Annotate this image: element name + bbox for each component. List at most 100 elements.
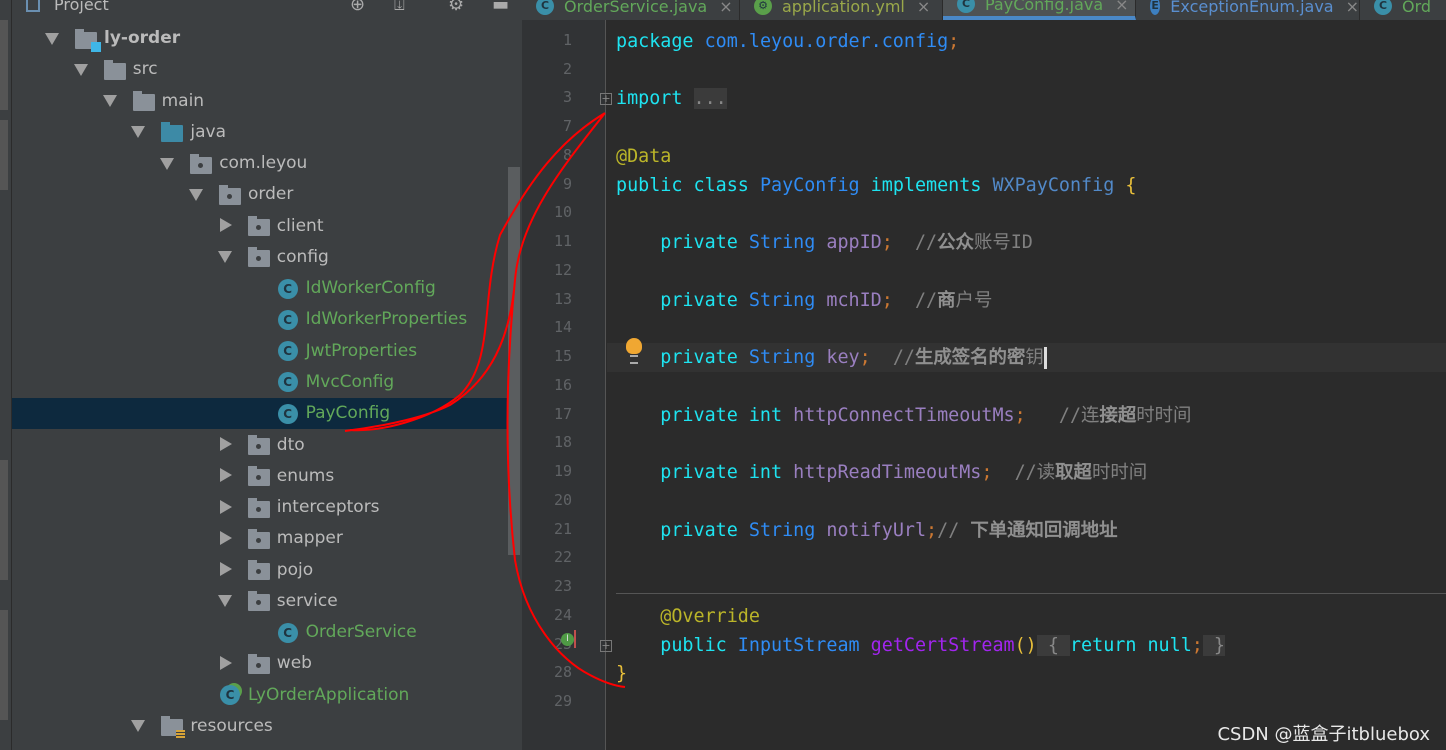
tree-item-label: MvcConfig xyxy=(305,371,395,392)
implements-icon[interactable]: I xyxy=(561,633,574,646)
tree-item[interactable]: C IdWorkerConfig xyxy=(12,273,508,304)
tree-item[interactable]: com.leyou xyxy=(12,148,508,179)
code-line[interactable] xyxy=(607,429,1446,458)
code-token[interactable]: } xyxy=(1202,634,1226,656)
tree-scrollbar[interactable] xyxy=(508,167,520,555)
left-tool-strip[interactable] xyxy=(0,0,12,750)
chevron-down-icon[interactable] xyxy=(160,157,175,170)
tree-item[interactable]: interceptors xyxy=(12,492,508,523)
code-line[interactable] xyxy=(607,199,1446,228)
code-token: private xyxy=(616,289,749,311)
editor-tab[interactable]: E ExceptionEnum.java × xyxy=(1136,0,1360,20)
collapse-icon[interactable]: ⍗ xyxy=(394,0,405,15)
code-line[interactable] xyxy=(607,573,1446,602)
editor-tab[interactable]: C PayConfig.java × xyxy=(943,0,1136,20)
code-line[interactable]: @Override xyxy=(607,602,1446,631)
code-line[interactable]: private int httpConnectTimeoutMs; //连接超时… xyxy=(607,401,1446,430)
tree-item[interactable]: dto xyxy=(12,429,508,460)
code-token: httpConnectTimeoutMs xyxy=(793,404,1015,426)
line-number: 1 xyxy=(562,31,572,49)
chevron-down-icon[interactable] xyxy=(131,126,146,139)
tree-item[interactable]: ly-order xyxy=(12,23,508,54)
tree-item[interactable]: C MvcConfig xyxy=(12,366,508,397)
close-tab-icon[interactable]: × xyxy=(1346,0,1359,16)
code-token: httpReadTimeoutMs xyxy=(793,462,982,484)
code-token: 接超 xyxy=(1099,404,1137,426)
code-line[interactable]: public InputStream getCertStream() { ret… xyxy=(607,631,1446,660)
chevron-right-icon[interactable] xyxy=(219,437,232,451)
chevron-right-icon[interactable] xyxy=(219,468,232,483)
close-tab-icon[interactable]: × xyxy=(917,0,930,16)
code-line[interactable]: public class PayConfig implements WXPayC… xyxy=(607,171,1446,200)
line-number: 16 xyxy=(553,375,572,394)
code-line[interactable] xyxy=(607,688,1446,717)
chevron-down-icon[interactable] xyxy=(45,32,59,45)
chevron-down-icon[interactable] xyxy=(217,251,232,264)
code-line[interactable]: @Data xyxy=(607,142,1446,171)
tree-item[interactable]: pojo xyxy=(12,554,508,585)
chevron-down-icon[interactable] xyxy=(102,95,117,108)
tree-item[interactable]: enums xyxy=(12,460,508,491)
code-line[interactable]: private String appID; //公众账号ID xyxy=(607,228,1446,257)
tree-item[interactable]: java xyxy=(12,116,508,147)
code-line[interactable] xyxy=(607,544,1446,573)
code-token: getCertStream xyxy=(870,634,1015,656)
editor-tab[interactable]: ⚙ application.yml × xyxy=(740,0,943,20)
tab-label: OrderService.java xyxy=(564,0,708,16)
chevron-right-icon[interactable] xyxy=(219,530,232,545)
code-line[interactable]: } xyxy=(607,659,1446,688)
gear-icon[interactable]: ⚙ xyxy=(448,0,464,15)
tree-item[interactable]: web xyxy=(12,648,508,679)
code-token: } xyxy=(616,663,628,685)
tree-item[interactable]: client xyxy=(12,210,508,241)
editor-tab[interactable]: C OrderService.java × xyxy=(522,0,740,20)
locate-icon[interactable]: ⊕ xyxy=(350,0,365,15)
tree-item[interactable]: order xyxy=(12,179,508,210)
code-line[interactable]: private String mchID; //商户号 xyxy=(607,286,1446,315)
code-line[interactable] xyxy=(607,314,1446,343)
chevron-down-icon[interactable] xyxy=(189,188,203,201)
implements-arrow-icon[interactable] xyxy=(574,630,576,648)
code-token: appID xyxy=(826,232,882,254)
minimize-icon[interactable]: ▬ xyxy=(492,0,509,15)
code-line[interactable]: private String key; //生成签名的密钥 xyxy=(607,343,1446,373)
code-editor[interactable]: package com.leyou.order.config; import ..… xyxy=(607,20,1446,750)
chevron-right-icon[interactable] xyxy=(219,218,232,233)
tree-item[interactable]: service xyxy=(12,585,508,616)
code-line[interactable]: private String notifyUrl;// 下单通知回调地址 xyxy=(607,516,1446,545)
tree-item[interactable]: C PayConfig xyxy=(12,397,508,429)
code-token[interactable]: ... xyxy=(693,88,727,110)
code-line[interactable]: import ... xyxy=(607,84,1446,113)
package-icon xyxy=(247,653,270,674)
code-line[interactable] xyxy=(607,56,1446,85)
tree-item[interactable]: C LyOrderApplication xyxy=(12,679,508,710)
tree-item[interactable]: C OrderService xyxy=(12,617,508,648)
tree-item[interactable]: mapper xyxy=(12,523,508,554)
lightbulb-icon[interactable] xyxy=(626,338,642,364)
chevron-right-icon[interactable] xyxy=(219,655,232,670)
chevron-down-icon[interactable] xyxy=(217,595,232,608)
close-tab-icon[interactable]: × xyxy=(719,0,732,16)
tree-item[interactable]: resources xyxy=(12,710,508,741)
chevron-right-icon[interactable] xyxy=(219,499,232,514)
code-line[interactable] xyxy=(607,372,1446,401)
project-title[interactable]: Project xyxy=(54,0,109,14)
code-line[interactable] xyxy=(607,113,1446,142)
tree-item[interactable]: C IdWorkerProperties xyxy=(12,304,508,335)
tree-item[interactable]: config xyxy=(12,241,508,272)
code-line[interactable]: private int httpReadTimeoutMs; //读取超时时间 xyxy=(607,458,1446,487)
tree-item[interactable]: src xyxy=(12,54,508,85)
code-line[interactable]: package com.leyou.order.config; xyxy=(607,27,1446,56)
close-tab-icon[interactable]: × xyxy=(1115,0,1128,14)
chevron-down-icon[interactable] xyxy=(131,720,146,733)
tree-item[interactable]: C JwtProperties xyxy=(12,335,508,366)
code-line[interactable] xyxy=(607,487,1446,516)
tree-item-label: enums xyxy=(276,465,335,486)
chevron-right-icon[interactable] xyxy=(219,562,232,577)
code-line[interactable] xyxy=(607,257,1446,286)
chevron-down-icon[interactable] xyxy=(73,63,88,76)
code-token: ; xyxy=(926,519,938,541)
code-token[interactable]: { xyxy=(1036,634,1070,656)
editor-tab[interactable]: C Ord xyxy=(1360,0,1446,20)
tree-item[interactable]: main xyxy=(12,85,508,116)
